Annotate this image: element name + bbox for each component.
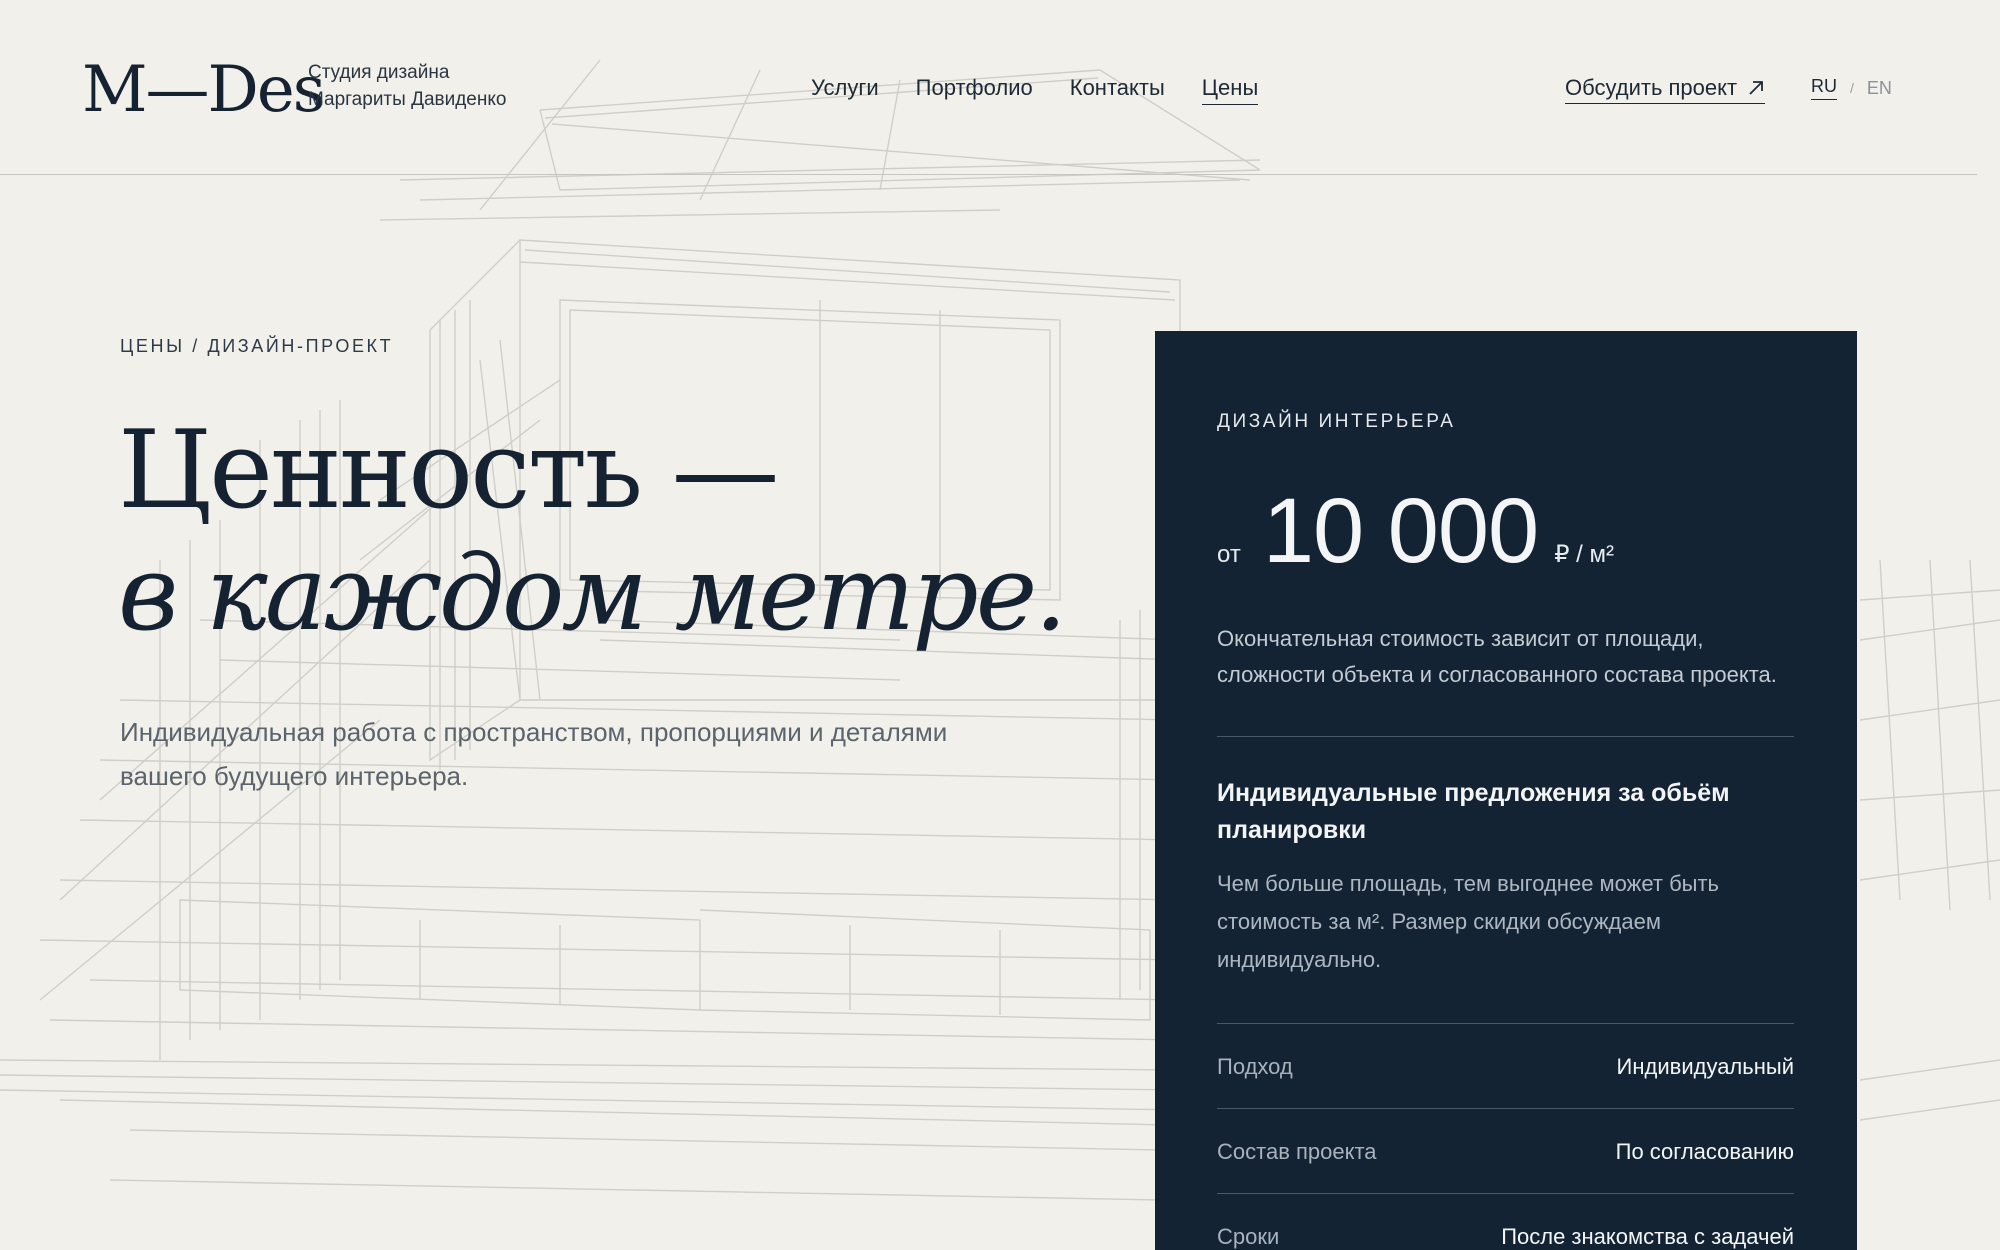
offer-title: Индивидуальные предложения за обьём план… <box>1217 779 1730 844</box>
arrow-up-right-icon <box>1749 81 1763 95</box>
row-value: По согласованию <box>1615 1139 1794 1164</box>
discuss-project-link[interactable]: Обсудить проект <box>1565 74 1766 104</box>
studio-tagline: Студия дизайна Маргариты Давиденко <box>308 59 506 113</box>
page-title-line-1: Ценность — <box>118 408 779 533</box>
main-nav: Услуги Портфолио Контакты Цены <box>811 74 1295 105</box>
offer-text: Чем больше площадь, тем выгоднее может б… <box>1217 871 1720 972</box>
row-value: После знакомства с задачей <box>1501 1224 1794 1249</box>
language-switcher: RU / EN <box>1811 76 1892 100</box>
nav-item-services[interactable]: Услуги <box>811 74 879 105</box>
lang-ru[interactable]: RU <box>1811 76 1837 100</box>
divider <box>1217 1023 1794 1024</box>
card-row-scope: Состав проекта По согласованию <box>1217 1137 1794 1167</box>
row-key: Сроки <box>1217 1224 1280 1249</box>
price: от 10 000 ₽ / м² <box>1217 481 1614 581</box>
tagline-line-1: Студия дизайна <box>308 62 450 83</box>
row-key: Подход <box>1217 1054 1293 1079</box>
row-key: Состав проекта <box>1217 1139 1377 1164</box>
nav-item-contacts[interactable]: Контакты <box>1070 74 1165 105</box>
card-eyebrow: ДИЗАЙН ИНТЕРЬЕРА <box>1217 411 1456 432</box>
logo[interactable]: M—Des <box>82 52 326 128</box>
page-title: Ценность — в каждом метре. <box>118 408 1067 655</box>
lang-separator: / <box>1850 80 1854 96</box>
page-title-line-2: в каждом метре. <box>118 532 1067 654</box>
card-row-approach: Подход Индивидуальный <box>1217 1052 1794 1082</box>
price-prefix: от <box>1217 541 1241 568</box>
tagline-line-2: Маргариты Давиденко <box>308 89 507 110</box>
price-card: ДИЗАЙН ИНТЕРЬЕРА от 10 000 ₽ / м² Оконча… <box>1155 331 1857 1250</box>
discuss-project-label: Обсудить проект <box>1565 75 1738 100</box>
nav-item-portfolio[interactable]: Портфолио <box>916 74 1033 105</box>
lang-en[interactable]: EN <box>1867 78 1892 99</box>
card-row-timing: Сроки После знакомства с задачей <box>1217 1222 1794 1250</box>
row-value: Индивидуальный <box>1616 1054 1794 1079</box>
site-header: M—Des Студия дизайна Маргариты Давиденко… <box>0 0 1977 175</box>
price-note: Окончательная стоимость зависит от площа… <box>1217 626 1777 687</box>
price-amount: 10 000 <box>1262 480 1539 582</box>
nav-item-prices[interactable]: Цены <box>1201 74 1259 105</box>
hero-description: Индивидуальная работа с пространством, п… <box>120 717 948 791</box>
price-unit: ₽ / м² <box>1554 541 1614 568</box>
breadcrumb: ЦЕНЫ / ДИЗАЙН-ПРОЕКТ <box>120 336 394 356</box>
divider <box>1217 736 1794 737</box>
divider <box>1217 1108 1794 1109</box>
divider <box>1217 1193 1794 1194</box>
